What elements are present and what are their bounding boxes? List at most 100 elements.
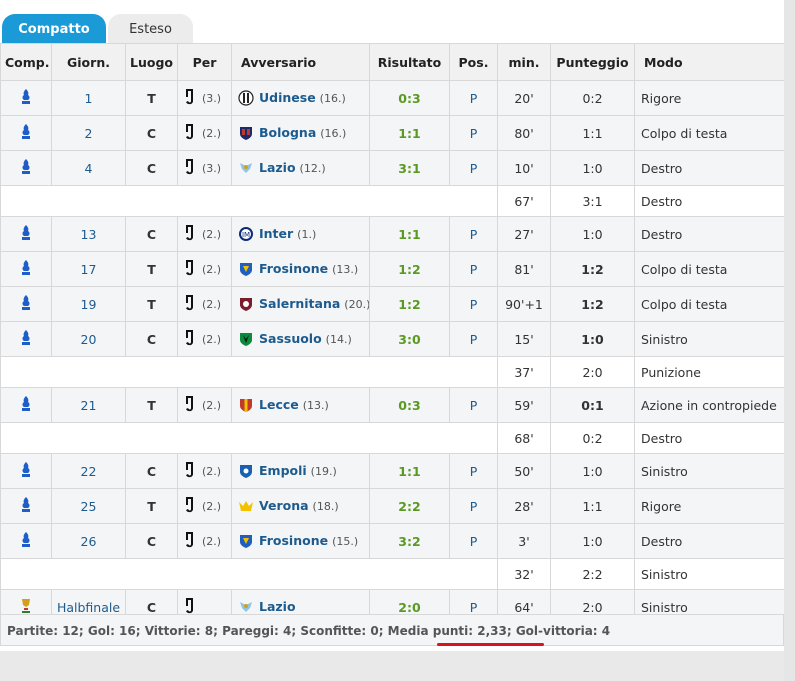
- matchday-link[interactable]: 13: [51, 216, 126, 252]
- opponent-name-link[interactable]: Frosinone: [259, 261, 328, 276]
- serie-a-icon[interactable]: [19, 224, 33, 245]
- opponent-cell[interactable]: Frosinone (13.): [231, 251, 370, 287]
- opponent-name-link[interactable]: Bologna: [259, 125, 316, 140]
- opponent-cell[interactable]: Udinese (16.): [231, 80, 370, 116]
- serie-a-icon[interactable]: [19, 329, 33, 350]
- result-link[interactable]: 1:2: [369, 286, 450, 322]
- result-link[interactable]: 3:2: [369, 523, 450, 559]
- opponent-cell[interactable]: Empoli (19.): [231, 453, 370, 489]
- column-header-pos[interactable]: Pos.: [449, 43, 498, 81]
- matchday-link[interactable]: 4: [51, 150, 126, 186]
- matchday-link[interactable]: 19: [51, 286, 126, 322]
- result-link[interactable]: 2:2: [369, 488, 450, 524]
- serie-a-icon[interactable]: [19, 395, 33, 416]
- competition-cell[interactable]: [0, 251, 52, 287]
- team-cell[interactable]: (2.): [177, 453, 232, 489]
- opponent-name-link[interactable]: Inter: [259, 226, 293, 241]
- tab-extended[interactable]: Esteso: [108, 14, 193, 45]
- team-cell[interactable]: (2.): [177, 286, 232, 322]
- team-cell[interactable]: (3.): [177, 80, 232, 116]
- opponent-cell[interactable]: IM Inter (1.): [231, 216, 370, 252]
- serie-a-icon[interactable]: [19, 294, 33, 315]
- opponent-name-link[interactable]: Empoli: [259, 463, 307, 478]
- column-header-per[interactable]: Per: [177, 43, 232, 81]
- competition-cell[interactable]: [0, 80, 52, 116]
- column-header-comp[interactable]: Comp.: [0, 43, 52, 81]
- opponent-name-link[interactable]: Verona: [259, 498, 309, 513]
- opponent-name-link[interactable]: Frosinone: [259, 533, 328, 548]
- bologna-crest-icon[interactable]: [238, 125, 254, 141]
- opponent-name-link[interactable]: Lecce: [259, 397, 299, 412]
- matchday-link[interactable]: 17: [51, 251, 126, 287]
- matchday-link[interactable]: 2: [51, 115, 126, 151]
- verona-crest-icon[interactable]: [238, 498, 254, 514]
- team-cell[interactable]: (2.): [177, 387, 232, 423]
- serie-a-icon[interactable]: [19, 259, 33, 280]
- udinese-crest-icon[interactable]: [238, 90, 254, 106]
- opponent-name-link[interactable]: Sassuolo: [259, 331, 322, 346]
- opponent-name-link[interactable]: Lazio: [259, 160, 296, 175]
- column-header-risultato[interactable]: Risultato: [369, 43, 450, 81]
- matchday-link[interactable]: 26: [51, 523, 126, 559]
- result-link[interactable]: 1:1: [369, 453, 450, 489]
- inter-crest-icon[interactable]: IM: [238, 226, 254, 242]
- matchday-link[interactable]: 22: [51, 453, 126, 489]
- column-header-luogo[interactable]: Luogo: [125, 43, 178, 81]
- team-cell[interactable]: (2.): [177, 321, 232, 357]
- empoli-crest-icon[interactable]: [238, 463, 254, 479]
- serie-a-icon[interactable]: [19, 496, 33, 517]
- competition-cell[interactable]: [0, 115, 52, 151]
- lazio-crest-icon[interactable]: [238, 599, 254, 615]
- matchday-link[interactable]: 20: [51, 321, 126, 357]
- competition-cell[interactable]: [0, 216, 52, 252]
- column-header-minuto[interactable]: min.: [497, 43, 551, 81]
- sassuolo-crest-icon[interactable]: [238, 331, 254, 347]
- column-header-modo[interactable]: Modo: [634, 43, 785, 81]
- team-cell[interactable]: (2.): [177, 523, 232, 559]
- result-link[interactable]: 3:1: [369, 150, 450, 186]
- serie-a-icon[interactable]: [19, 461, 33, 482]
- serie-a-icon[interactable]: [19, 88, 33, 109]
- opponent-cell[interactable]: Lazio (12.): [231, 150, 370, 186]
- opponent-cell[interactable]: Lecce (13.): [231, 387, 370, 423]
- opponent-cell[interactable]: Verona (18.): [231, 488, 370, 524]
- opponent-cell[interactable]: Bologna (16.): [231, 115, 370, 151]
- tab-compact[interactable]: Compatto: [2, 14, 106, 45]
- frosinone-crest-icon[interactable]: [238, 533, 254, 549]
- team-cell[interactable]: (2.): [177, 115, 232, 151]
- competition-cell[interactable]: [0, 453, 52, 489]
- competition-cell[interactable]: [0, 523, 52, 559]
- team-cell[interactable]: (2.): [177, 251, 232, 287]
- competition-cell[interactable]: [0, 387, 52, 423]
- column-header-avversario[interactable]: Avversario: [231, 43, 370, 81]
- competition-cell[interactable]: [0, 488, 52, 524]
- opponent-cell[interactable]: Frosinone (15.): [231, 523, 370, 559]
- result-link[interactable]: 3:0: [369, 321, 450, 357]
- competition-cell[interactable]: [0, 286, 52, 322]
- matchday-link[interactable]: 1: [51, 80, 126, 116]
- team-cell[interactable]: (2.): [177, 216, 232, 252]
- opponent-name-link[interactable]: Lazio: [259, 599, 296, 614]
- frosinone-crest-icon[interactable]: [238, 261, 254, 277]
- result-link[interactable]: 0:3: [369, 80, 450, 116]
- opponent-name-link[interactable]: Salernitana: [259, 296, 340, 311]
- matchday-link[interactable]: 21: [51, 387, 126, 423]
- salernitana-crest-icon[interactable]: [238, 296, 254, 312]
- lecce-crest-icon[interactable]: [238, 397, 254, 413]
- serie-a-icon[interactable]: [19, 158, 33, 179]
- serie-a-icon[interactable]: [19, 123, 33, 144]
- result-link[interactable]: 1:1: [369, 216, 450, 252]
- competition-cell[interactable]: [0, 150, 52, 186]
- result-link[interactable]: 0:3: [369, 387, 450, 423]
- competition-cell[interactable]: [0, 321, 52, 357]
- result-link[interactable]: 1:1: [369, 115, 450, 151]
- team-cell[interactable]: (3.): [177, 150, 232, 186]
- lazio-crest-icon[interactable]: [238, 160, 254, 176]
- opponent-name-link[interactable]: Udinese: [259, 90, 316, 105]
- opponent-cell[interactable]: Salernitana (20.): [231, 286, 370, 322]
- opponent-cell[interactable]: Sassuolo (14.): [231, 321, 370, 357]
- serie-a-icon[interactable]: [19, 531, 33, 552]
- column-header-giornata[interactable]: Giorn.: [51, 43, 126, 81]
- matchday-link[interactable]: 25: [51, 488, 126, 524]
- team-cell[interactable]: (2.): [177, 488, 232, 524]
